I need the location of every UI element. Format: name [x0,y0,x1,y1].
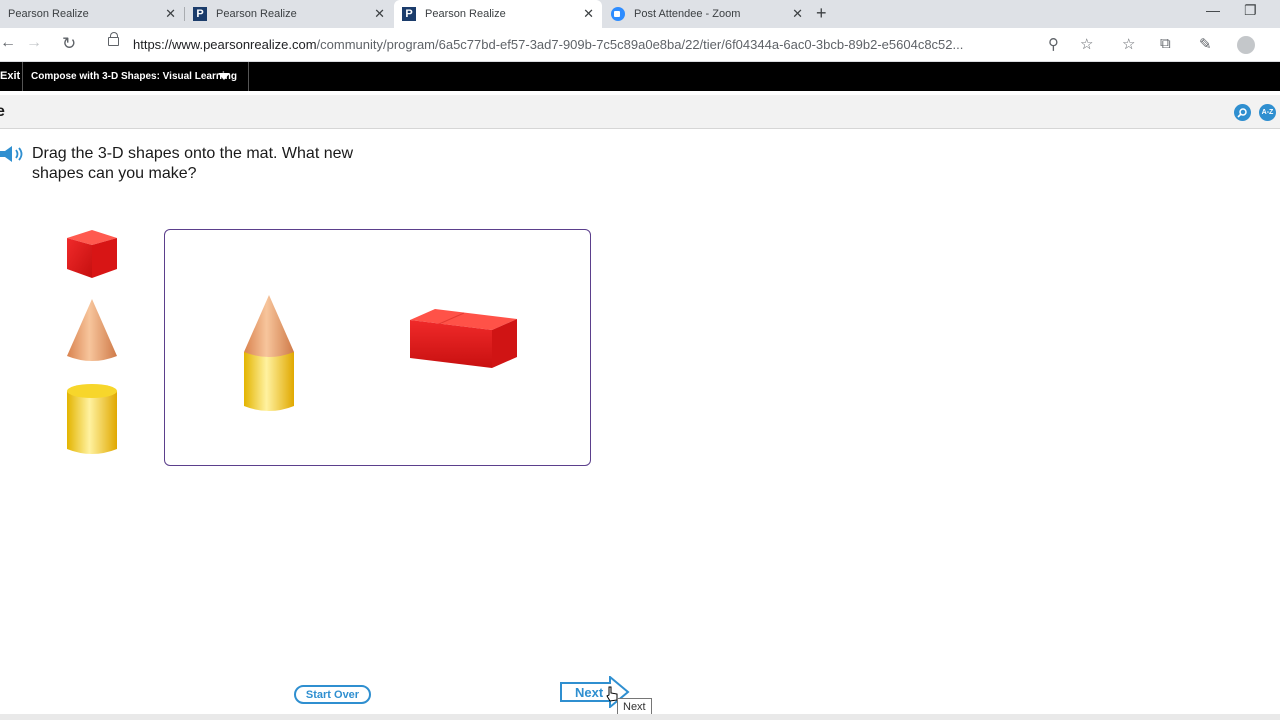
url-path: /community/program/6a5c77bd-ef57-3ad7-90… [316,37,964,52]
browser-tab-1[interactable]: Pearson Realize ✕ [0,0,184,28]
close-icon[interactable]: ✕ [792,7,803,21]
next-button-label: Next [575,685,604,700]
back-arrow-icon[interactable]: ← [0,34,16,52]
favorites-list-icon[interactable]: ☆ [1122,35,1135,53]
minimize-icon[interactable]: — [1206,2,1220,18]
collections-icon[interactable]: ⧉ [1160,35,1171,52]
app-header-bar: Exit Compose with 3-D Shapes: Visual Lea… [0,62,1280,91]
cube-shape[interactable] [66,229,118,279]
divider [22,62,23,91]
page-bottom-edge [0,714,1280,720]
url-host: https://www.pearsonrealize.com [133,37,317,52]
forward-arrow-icon[interactable]: → [26,34,42,52]
zoom-magnifier-icon[interactable]: ⚲ [1048,35,1059,53]
browser-tab-3-active[interactable]: P Pearson Realize ✕ [394,0,602,28]
tab-title: Pearson Realize [8,8,89,20]
two-cubes-combined-shape[interactable] [409,308,519,370]
tab-title: Post Attendee - Zoom [634,8,741,20]
browser-tab-strip: Pearson Realize ✕ P Pearson Realize ✕ P … [0,0,1280,28]
lesson-title-dropdown[interactable]: Compose with 3-D Shapes: Visual Learning [31,71,237,82]
pearson-icon: P [193,7,207,21]
zoom-icon [611,7,625,21]
browser-tab-4[interactable]: Post Attendee - Zoom ✕ [603,0,811,28]
close-icon[interactable]: ✕ [374,7,385,21]
cylinder-shape[interactable] [66,383,118,457]
browser-tab-2[interactable]: P Pearson Realize ✕ [185,0,393,28]
logo-icon: e [0,103,5,120]
start-over-button[interactable]: Start Over [294,685,371,704]
close-icon[interactable]: ✕ [583,7,594,21]
lock-icon [108,32,119,46]
speaker-audio-icon[interactable] [0,145,28,163]
screen: Pearson Realize ✕ P Pearson Realize ✕ P … [0,0,1280,720]
divider [248,62,249,91]
pearson-icon: P [402,7,416,21]
profile-avatar[interactable] [1237,36,1255,54]
exit-button[interactable]: Exit [0,70,20,82]
favorite-star-icon[interactable]: ☆ [1080,35,1093,53]
chevron-down-icon[interactable] [218,73,230,80]
cone-on-cylinder-shape[interactable] [242,294,296,416]
refresh-icon[interactable]: ↻ [62,34,76,54]
tool-bar: e A-Z [0,95,1280,129]
question-text: Drag the 3-D shapes onto the mat. What n… [32,145,354,182]
tab-title: Pearson Realize [425,8,506,20]
tab-title: Pearson Realize [216,8,297,20]
browser-toolbar: ← → ↻ https://www.pearsonrealize.com/com… [0,28,1280,62]
cone-shape[interactable] [66,298,118,364]
glossary-button[interactable]: A-Z [1259,104,1276,121]
shape-mat-drop-zone[interactable] [164,229,591,466]
close-icon[interactable]: ✕ [165,7,176,21]
address-bar[interactable]: https://www.pearsonrealize.com/community… [133,37,1038,52]
search-tool-icon[interactable] [1234,104,1251,121]
new-tab-plus-icon[interactable]: + [816,3,827,24]
feedback-icon[interactable]: ✎ [1199,35,1212,53]
restore-icon[interactable]: ❐ [1244,2,1257,19]
